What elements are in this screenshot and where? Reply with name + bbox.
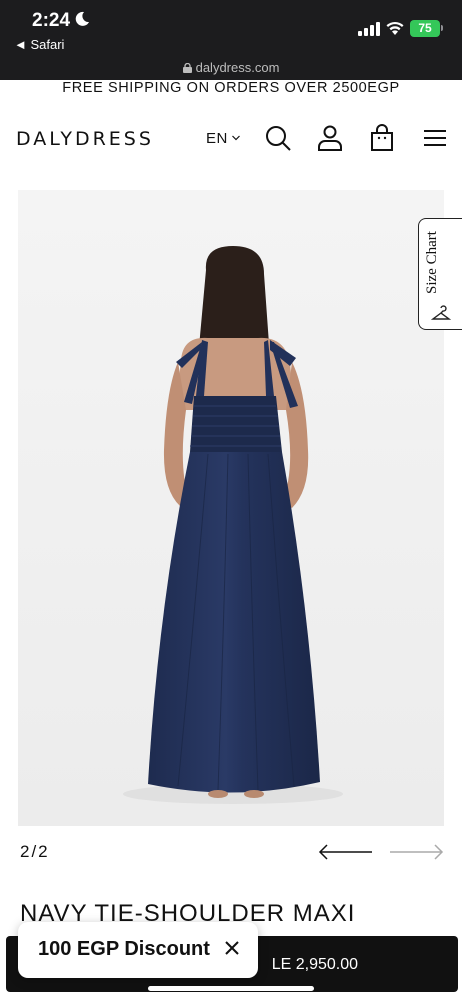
- home-indicator: [148, 986, 314, 991]
- back-to-safari-link[interactable]: ◄ Safari: [14, 37, 64, 52]
- arrow-right-icon[interactable]: [388, 844, 444, 860]
- lock-icon: [182, 63, 192, 73]
- bag-icon[interactable]: [368, 124, 396, 152]
- shipping-banner: FREE SHIPPING ON ORDERS OVER 2500EGP: [62, 80, 400, 96]
- chevron-down-icon: [231, 135, 240, 141]
- language-selector[interactable]: EN: [206, 130, 240, 147]
- product-image-gallery[interactable]: [18, 190, 444, 826]
- site-logo[interactable]: DALYDRESS: [16, 128, 154, 150]
- language-label: EN: [206, 130, 228, 147]
- close-icon[interactable]: [224, 940, 240, 956]
- site-header: DALYDRESS EN: [0, 112, 462, 164]
- wifi-icon: [386, 21, 404, 35]
- clock: 2:24: [32, 10, 71, 31]
- search-icon[interactable]: [264, 124, 292, 152]
- battery-tip: [441, 25, 443, 31]
- status-bar: 2:24 ◄ Safari 75 dalydress.com: [0, 0, 462, 80]
- cellular-signal-icon: [358, 22, 380, 36]
- discount-label: 100 EGP Discount: [38, 938, 210, 960]
- discount-popup[interactable]: 100 EGP Discount: [18, 922, 258, 978]
- moon-icon: [75, 11, 89, 26]
- product-image[interactable]: [18, 190, 444, 826]
- size-chart-tab[interactable]: Size Chart: [418, 218, 462, 330]
- size-chart-label: Size Chart: [424, 231, 440, 295]
- menu-icon[interactable]: [421, 124, 449, 152]
- url-text: dalydress.com: [195, 60, 280, 75]
- battery-indicator: 75: [410, 20, 440, 37]
- image-counter: 2/2: [20, 842, 50, 861]
- hanger-icon: [431, 305, 451, 320]
- product-price: LE 2,950.00: [271, 956, 358, 973]
- arrow-left-icon[interactable]: [318, 844, 374, 860]
- account-icon[interactable]: [316, 124, 344, 152]
- address-bar[interactable]: dalydress.com: [0, 60, 462, 75]
